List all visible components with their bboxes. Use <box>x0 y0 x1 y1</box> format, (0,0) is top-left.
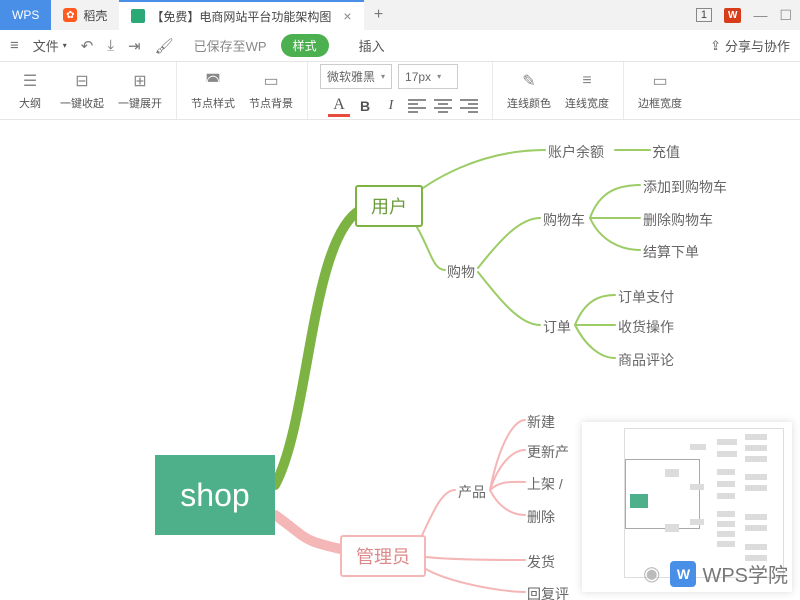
tab-wps[interactable]: WPS <box>0 0 51 30</box>
expand-icon: ⊞ <box>133 71 146 91</box>
node-admin[interactable]: 管理员 <box>340 535 426 577</box>
collapse-all-button[interactable]: ⊟一键收起 <box>54 71 110 111</box>
close-tab-icon[interactable]: × <box>343 8 351 24</box>
font-size-select[interactable]: 17px▾ <box>398 64 458 89</box>
new-tab-button[interactable]: + <box>364 0 394 30</box>
download-icon[interactable]: ⤓ <box>107 37 114 54</box>
export-icon[interactable]: ⇥ <box>128 37 141 55</box>
border-width-button[interactable]: ▭边框宽度 <box>632 71 688 111</box>
node-style-icon: ◚ <box>205 71 221 91</box>
save-status: 已保存至WP <box>194 36 267 55</box>
tab-daoke[interactable]: ✿ 稻壳 <box>51 0 119 30</box>
watermark: ◉ W WPS学院 <box>643 559 788 588</box>
leaf-cart[interactable]: 购物车 <box>543 210 585 230</box>
maximize-icon[interactable]: ☐ <box>779 7 792 24</box>
leaf-shelf[interactable]: 上架 / <box>527 474 563 494</box>
leaf-balance[interactable]: 账户余额 <box>548 142 604 162</box>
leaf-delcart[interactable]: 删除购物车 <box>643 210 713 230</box>
node-user[interactable]: 用户 <box>355 185 423 227</box>
leaf-addcart[interactable]: 添加到购物车 <box>643 177 727 197</box>
outline-icon: ☰ <box>23 71 37 91</box>
tab-active-doc[interactable]: 【免费】电商网站平台功能架构图 × <box>119 0 363 30</box>
file-menu[interactable]: 文件▾ <box>33 36 67 55</box>
line-width-icon: ≡ <box>582 71 591 91</box>
fire-icon: ✿ <box>63 8 77 22</box>
leaf-new[interactable]: 新建 <box>527 412 555 432</box>
font-family-select[interactable]: 微软雅黑▾ <box>320 64 392 89</box>
expand-all-button[interactable]: ⊞一键展开 <box>112 71 168 111</box>
insert-menu[interactable]: 插入 <box>359 36 385 55</box>
node-style-button[interactable]: ◚节点样式 <box>185 71 241 111</box>
mindmap-canvas[interactable]: shop 用户 管理员 账户余额 充值 购物 购物车 添加到购物车 删除购物车 … <box>0 120 800 600</box>
leaf-reply[interactable]: 回复评 <box>527 584 569 600</box>
node-root[interactable]: shop <box>155 455 275 535</box>
align-left-icon[interactable] <box>406 95 428 117</box>
leaf-recharge[interactable]: 充值 <box>652 142 680 162</box>
leaf-update[interactable]: 更新产 <box>527 442 569 462</box>
leaf-delete[interactable]: 删除 <box>527 507 555 527</box>
window-count-badge: 1 <box>696 8 712 22</box>
font-color-button[interactable]: A <box>328 95 350 117</box>
collapse-icon: ⊟ <box>75 71 88 91</box>
brush-icon[interactable]: 🖌 <box>155 37 174 55</box>
border-width-icon: ▭ <box>652 71 667 91</box>
leaf-ship[interactable]: 发货 <box>527 552 555 572</box>
wps-watermark-icon: W <box>670 561 696 587</box>
node-bg-button[interactable]: ▭节点背景 <box>243 71 299 111</box>
eye-icon: ◉ <box>643 561 660 586</box>
align-center-icon[interactable] <box>432 95 454 117</box>
line-color-icon: ✎ <box>522 71 535 91</box>
undo-icon[interactable]: ↶ <box>81 37 94 55</box>
italic-button[interactable]: I <box>380 95 402 117</box>
leaf-product[interactable]: 产品 <box>458 482 486 502</box>
share-button[interactable]: ⇪分享与协作 <box>710 36 790 55</box>
align-right-icon[interactable] <box>458 95 480 117</box>
leaf-order[interactable]: 订单 <box>543 317 571 337</box>
mindmap-doc-icon <box>131 9 145 23</box>
minimize-icon[interactable]: — <box>753 7 767 23</box>
line-color-button[interactable]: ✎连线颜色 <box>501 71 557 111</box>
leaf-pay[interactable]: 订单支付 <box>618 287 674 307</box>
node-bg-icon: ▭ <box>263 71 278 91</box>
line-width-button[interactable]: ≡连线宽度 <box>559 71 615 111</box>
style-pill-button[interactable]: 样式 <box>281 34 329 57</box>
outline-button[interactable]: ☰大纲 <box>8 71 52 111</box>
leaf-shopping[interactable]: 购物 <box>447 262 475 282</box>
hamburger-icon[interactable]: ≡ <box>10 37 19 54</box>
leaf-review[interactable]: 商品评论 <box>618 350 674 370</box>
wps-logo-icon: W <box>724 8 741 23</box>
leaf-checkout[interactable]: 结算下单 <box>643 242 699 262</box>
leaf-receive[interactable]: 收货操作 <box>618 317 674 337</box>
share-icon: ⇪ <box>710 38 721 54</box>
bold-button[interactable]: B <box>354 95 376 117</box>
